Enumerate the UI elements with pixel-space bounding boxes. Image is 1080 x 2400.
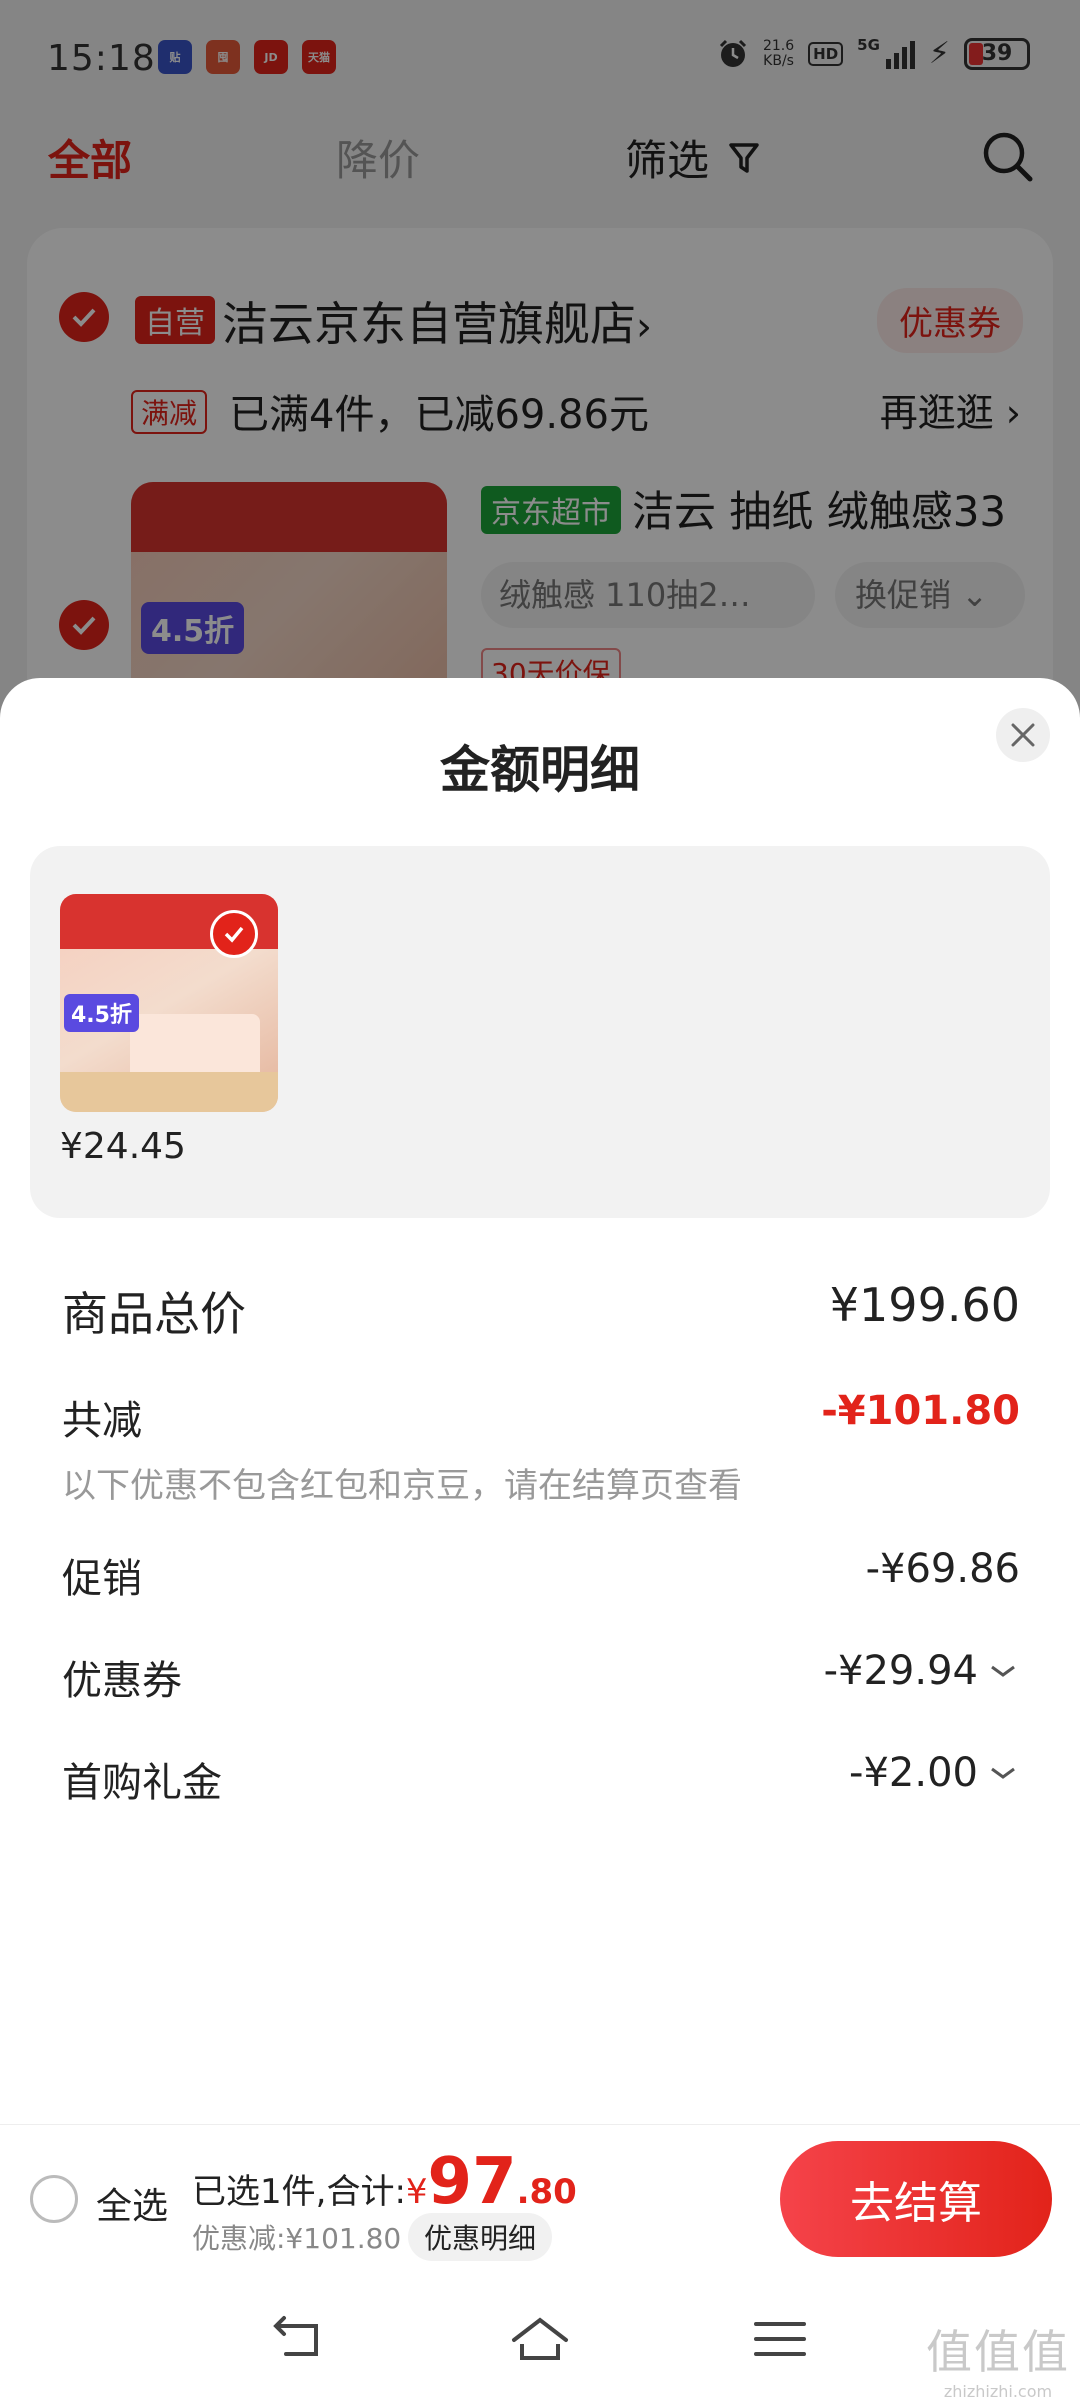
thumb-discount: 4.5折 (64, 994, 139, 1032)
summary-total-int: 97 (427, 2145, 517, 2219)
close-button[interactable] (996, 708, 1050, 762)
back-icon[interactable] (270, 2314, 330, 2364)
watermark-sub: zhizhizhi.com (943, 2382, 1053, 2400)
watermark-main: 值值值 (926, 2325, 1070, 2379)
app-root: 15:18 贴 囤 JD 天猫 21.6 KB/s HD 5G ⚡ 39 全部 … (0, 0, 1080, 2400)
discount-summary: 优惠减:¥101.80 (192, 2222, 402, 2255)
selected-items-box: 4.5折 ¥24.45 (30, 846, 1050, 1218)
chevron-down-icon (991, 1665, 1015, 1677)
coupon-value-wrap: -¥29.94 (824, 1648, 1020, 1694)
item-selected-check[interactable] (210, 910, 258, 958)
system-nav-bar: 值值值 zhizhizhi.com (0, 2274, 1080, 2400)
close-icon (1011, 723, 1035, 747)
discount-detail-button[interactable]: 优惠明细 (408, 2213, 553, 2261)
discount-note: 以下优惠不包含红包和京豆，请在结算页查看 (62, 1466, 742, 1506)
goods-total-row: 商品总价 ¥199.60 (62, 1278, 1020, 1344)
promo-row: 促销 -¥69.86 (62, 1546, 1020, 1604)
check-icon (224, 926, 244, 943)
total-reduce-row: 共减 -¥101.80 (62, 1388, 1020, 1446)
coupon-value: -¥29.94 (823, 1648, 978, 1694)
coupon-row[interactable]: 优惠券 -¥29.94 (62, 1648, 1020, 1706)
goods-total-value: ¥199.60 (829, 1278, 1020, 1332)
checkout-button[interactable]: 去结算 (780, 2141, 1052, 2257)
home-icon[interactable] (510, 2314, 570, 2364)
gift-value-wrap: -¥2.00 (849, 1750, 1020, 1796)
total-reduce-value: -¥101.80 (821, 1388, 1020, 1434)
gift-value: -¥2.00 (849, 1750, 978, 1796)
promo-value: -¥69.86 (865, 1546, 1020, 1592)
item-price: ¥24.45 (60, 1126, 186, 1167)
summary-prefix: 已选1件,合计: (192, 2172, 406, 2212)
watermark: 值值值 zhizhizhi.com (926, 2316, 1070, 2400)
chevron-down-icon (991, 1767, 1015, 1779)
checkout-bar: 全选 已选1件,合计:¥97.80 优惠减:¥101.80 优惠明细 去结算 (0, 2124, 1080, 2274)
select-all-checkbox[interactable] (30, 2175, 78, 2223)
menu-icon[interactable] (750, 2314, 810, 2364)
summary-line: 已选1件,合计:¥97.80 (192, 2145, 577, 2219)
select-all-label[interactable]: 全选 (96, 2177, 168, 2229)
sheet-title: 金额明细 (440, 741, 640, 799)
summary-currency: ¥ (405, 2172, 428, 2212)
summary-total-dec: .80 (516, 2172, 577, 2212)
gift-row[interactable]: 首购礼金 -¥2.00 (62, 1750, 1020, 1808)
